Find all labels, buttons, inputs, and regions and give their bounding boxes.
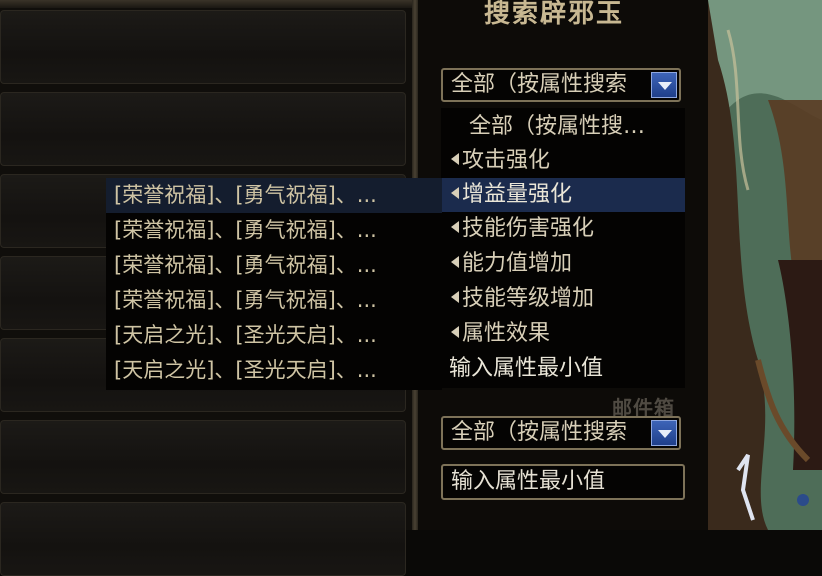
dropdown-option-label: 攻击强化 — [462, 148, 551, 173]
tree-frame-art — [708, 0, 822, 530]
attribute-select-1[interactable]: 全部（按属性搜索 — [441, 68, 681, 102]
dropdown-option-label: 输入属性最小值 — [449, 356, 604, 381]
dropdown-option-label: 增益量强化 — [462, 182, 573, 207]
triangle-left-icon — [451, 153, 459, 165]
dropdown-option-min-value[interactable]: 输入属性最小值 — [441, 352, 685, 386]
search-result-list: [荣誉祝福]、[勇气祝福]、... [荣誉祝福]、[勇气祝福]、... [荣誉祝… — [106, 178, 442, 390]
min-value-input-text: 输入属性最小值 — [451, 469, 606, 494]
list-slot[interactable] — [0, 502, 406, 576]
dropdown-option-attack[interactable]: 攻击强化 — [441, 144, 685, 178]
attribute-select-1-value: 全部（按属性搜索 — [451, 72, 628, 97]
attribute-dropdown-list: 全部（按属性搜… 攻击强化 增益量强化 技能伤害强化 能力值增加 技能等级增加 … — [441, 108, 685, 388]
search-panel-title: 搜索辟邪玉 — [484, 0, 625, 29]
result-item[interactable]: [荣誉祝福]、[勇气祝福]、... — [106, 248, 442, 283]
list-slot[interactable] — [0, 10, 406, 84]
triangle-left-icon — [451, 291, 459, 303]
attribute-select-2-value: 全部（按属性搜索 — [451, 420, 628, 445]
triangle-left-icon — [451, 187, 459, 199]
list-slot[interactable] — [0, 92, 406, 166]
dropdown-option-skill-damage[interactable]: 技能伤害强化 — [441, 212, 685, 246]
dropdown-option-label: 全部（按属性搜… — [469, 114, 646, 139]
list-slot[interactable] — [0, 420, 406, 494]
list-header-strip — [0, 0, 412, 8]
chevron-down-icon[interactable] — [651, 72, 677, 98]
result-item[interactable]: [天启之光]、[圣光天启]、... — [106, 318, 442, 353]
dropdown-option-label: 属性效果 — [462, 321, 551, 346]
chevron-down-icon[interactable] — [651, 420, 677, 446]
result-item[interactable]: [天启之光]、[圣光天启]、... — [106, 353, 442, 388]
dropdown-option-all[interactable]: 全部（按属性搜… — [441, 110, 685, 144]
dropdown-option-label: 技能伤害强化 — [462, 216, 595, 241]
dropdown-option-skill-level[interactable]: 技能等级增加 — [441, 282, 685, 316]
triangle-left-icon — [451, 326, 459, 338]
dropdown-option-buff[interactable]: 增益量强化 — [441, 178, 685, 212]
result-item[interactable]: [荣誉祝福]、[勇气祝福]、... — [106, 178, 442, 213]
dropdown-option-label: 技能等级增加 — [462, 286, 595, 311]
attribute-select-2[interactable]: 全部（按属性搜索 — [441, 416, 681, 450]
min-value-input[interactable]: 输入属性最小值 — [441, 464, 685, 500]
result-item[interactable]: [荣誉祝福]、[勇气祝福]、... — [106, 213, 442, 248]
triangle-left-icon — [451, 256, 459, 268]
triangle-left-icon — [451, 221, 459, 233]
result-item[interactable]: [荣誉祝福]、[勇气祝福]、... — [106, 283, 442, 318]
dropdown-option-stat[interactable]: 能力值增加 — [441, 247, 685, 281]
background-artwork — [708, 0, 822, 530]
dropdown-option-element[interactable]: 属性效果 — [441, 317, 685, 351]
dropdown-option-label: 能力值增加 — [462, 251, 573, 276]
